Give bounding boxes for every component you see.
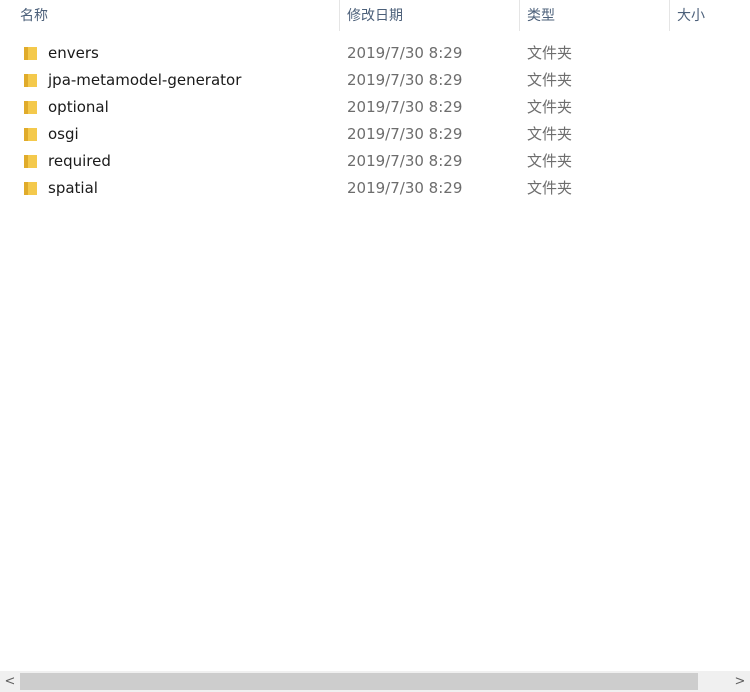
scrollbar-thumb[interactable] bbox=[20, 673, 698, 690]
horizontal-scrollbar[interactable]: < > bbox=[0, 671, 750, 692]
date-modified-cell: 2019/7/30 8:29 bbox=[347, 98, 463, 116]
scroll-right-arrow-icon[interactable]: > bbox=[730, 671, 750, 692]
type-cell: 文件夹 bbox=[527, 152, 573, 170]
folder-icon bbox=[24, 47, 37, 60]
folder-icon bbox=[24, 74, 37, 87]
column-header-name-label: 名称 bbox=[20, 8, 48, 24]
file-name: osgi bbox=[48, 125, 79, 143]
column-header-bar: 名称 ^ 修改日期 类型 大小 bbox=[0, 0, 750, 33]
folder-icon bbox=[24, 101, 37, 114]
file-name: spatial bbox=[48, 179, 98, 197]
folder-icon bbox=[24, 182, 37, 195]
column-header-date-modified[interactable]: 修改日期 bbox=[340, 0, 520, 33]
sort-ascending-icon: ^ bbox=[183, 0, 194, 7]
scroll-left-arrow-icon[interactable]: < bbox=[0, 671, 20, 692]
date-modified-cell: 2019/7/30 8:29 bbox=[347, 179, 463, 197]
file-row-spatial[interactable]: spatial 2019/7/30 8:29 文件夹 bbox=[0, 175, 750, 202]
file-name: jpa-metamodel-generator bbox=[48, 71, 242, 89]
type-cell: 文件夹 bbox=[527, 71, 573, 89]
column-header-size[interactable]: 大小 bbox=[670, 0, 750, 33]
column-header-name[interactable]: 名称 ^ bbox=[13, 0, 340, 33]
column-header-date-label: 修改日期 bbox=[347, 8, 403, 24]
type-cell: 文件夹 bbox=[527, 125, 573, 143]
column-header-size-label: 大小 bbox=[677, 8, 705, 24]
file-name: required bbox=[48, 152, 111, 170]
file-row-required[interactable]: required 2019/7/30 8:29 文件夹 bbox=[0, 148, 750, 175]
date-modified-cell: 2019/7/30 8:29 bbox=[347, 71, 463, 89]
date-modified-cell: 2019/7/30 8:29 bbox=[347, 44, 463, 62]
folder-icon bbox=[24, 128, 37, 141]
file-row-jpa-metamodel-generator[interactable]: jpa-metamodel-generator 2019/7/30 8:29 文… bbox=[0, 67, 750, 94]
column-header-type[interactable]: 类型 bbox=[520, 0, 670, 33]
type-cell: 文件夹 bbox=[527, 98, 573, 116]
column-header-type-label: 类型 bbox=[527, 8, 555, 24]
file-name: optional bbox=[48, 98, 109, 116]
type-cell: 文件夹 bbox=[527, 179, 573, 197]
file-list: envers 2019/7/30 8:29 文件夹 jpa-metamodel-… bbox=[0, 40, 750, 202]
file-row-envers[interactable]: envers 2019/7/30 8:29 文件夹 bbox=[0, 40, 750, 67]
type-cell: 文件夹 bbox=[527, 44, 573, 62]
folder-icon bbox=[24, 155, 37, 168]
file-row-osgi[interactable]: osgi 2019/7/30 8:29 文件夹 bbox=[0, 121, 750, 148]
date-modified-cell: 2019/7/30 8:29 bbox=[347, 152, 463, 170]
date-modified-cell: 2019/7/30 8:29 bbox=[347, 125, 463, 143]
file-explorer-details-view: 名称 ^ 修改日期 类型 大小 envers 2019/7/30 8:29 文件… bbox=[0, 0, 750, 692]
file-name: envers bbox=[48, 44, 99, 62]
file-row-optional[interactable]: optional 2019/7/30 8:29 文件夹 bbox=[0, 94, 750, 121]
